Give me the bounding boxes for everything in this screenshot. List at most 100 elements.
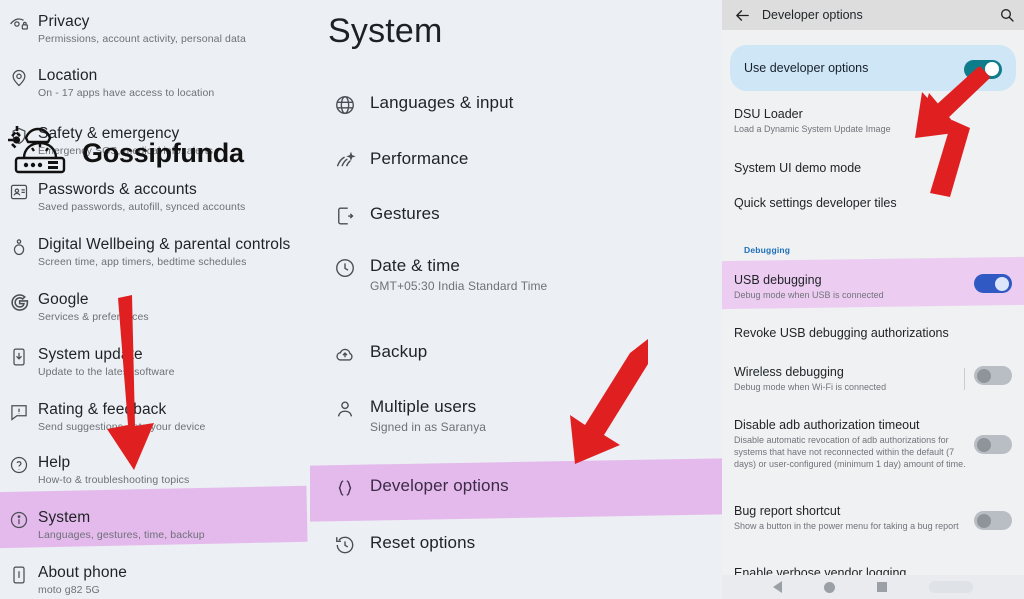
developer-options-panel: Developer options Use developer options … xyxy=(722,0,1024,599)
globe-icon xyxy=(326,92,364,116)
system-item-gestures[interactable]: Gestures xyxy=(310,203,722,227)
gossipfunda-logo-icon xyxy=(6,122,78,185)
sidebar-item-about-phone[interactable]: About phone moto g82 5G xyxy=(0,563,310,598)
dev-item-title: System UI demo mode xyxy=(734,161,862,175)
sidebar-item-privacy[interactable]: Privacy Permissions, account activity, p… xyxy=(0,12,310,47)
system-item-title: Developer options xyxy=(370,476,509,495)
system-item-date-time[interactable]: Date & time GMT+05:30 India Standard Tim… xyxy=(310,255,722,295)
sidebar-item-passwords-accounts[interactable]: Passwords & accounts Saved passwords, au… xyxy=(0,180,310,215)
sidebar-item-sub: Permissions, account activity, personal … xyxy=(38,33,246,45)
sidebar-item-sub: How-to & troubleshooting topics xyxy=(38,474,190,486)
sidebar-item-sub: Send suggestions, rate your device xyxy=(38,421,206,433)
gossipfunda-watermark: Gossipfunda xyxy=(6,122,244,185)
reset-history-icon xyxy=(326,532,364,556)
system-item-languages-input[interactable]: Languages & input xyxy=(310,92,722,116)
disable-adb-timeout-toggle[interactable] xyxy=(974,435,1012,454)
use-developer-options-toggle[interactable] xyxy=(964,59,1002,79)
sidebar-item-system[interactable]: System Languages, gestures, time, backup xyxy=(0,508,310,543)
system-item-title: Backup xyxy=(370,342,428,361)
settings-list-panel: Privacy Permissions, account activity, p… xyxy=(0,0,310,599)
system-item-title: Date & time xyxy=(370,256,460,275)
dev-item-title: Wireless debugging xyxy=(734,365,844,379)
dev-item-title: USB debugging xyxy=(734,273,822,287)
system-update-icon xyxy=(0,345,38,367)
developer-options-header: Developer options xyxy=(722,0,1024,30)
clock-icon xyxy=(326,255,364,279)
sidebar-item-help[interactable]: Help How-to & troubleshooting topics xyxy=(0,453,310,488)
system-item-title: Multiple users xyxy=(370,397,477,416)
use-developer-options-label: Use developer options xyxy=(744,61,869,75)
dev-item-bug-report-shortcut[interactable]: Bug report shortcut Show a button in the… xyxy=(722,503,1024,532)
system-item-developer-options[interactable]: Developer options xyxy=(310,475,722,499)
sidebar-item-location[interactable]: Location On - 17 apps have access to loc… xyxy=(0,66,310,101)
nav-recents-icon[interactable] xyxy=(877,582,887,592)
android-navigation-bar xyxy=(722,575,1024,599)
dev-item-sub: Disable automatic revocation of adb auth… xyxy=(734,435,966,469)
section-label-debugging: Debugging xyxy=(744,245,791,255)
location-pin-icon xyxy=(0,66,38,88)
page-title: System xyxy=(328,12,443,50)
system-item-title: Reset options xyxy=(370,533,476,552)
back-arrow-icon[interactable] xyxy=(722,7,762,24)
system-item-sub: GMT+05:30 India Standard Time xyxy=(370,279,548,293)
sidebar-item-sub: Languages, gestures, time, backup xyxy=(38,529,205,541)
system-item-reset-options[interactable]: Reset options xyxy=(310,532,722,556)
use-developer-options-row[interactable]: Use developer options xyxy=(730,45,1016,91)
sidebar-item-system-update[interactable]: System update Update to the latest softw… xyxy=(0,345,310,380)
sidebar-item-title: Google xyxy=(38,291,89,308)
dev-item-system-ui-demo-mode[interactable]: System UI demo mode xyxy=(722,160,1024,176)
dev-item-dsu-loader[interactable]: DSU Loader Load a Dynamic System Update … xyxy=(722,106,1024,135)
dev-item-sub: Debug mode when Wi-Fi is connected xyxy=(734,382,887,392)
system-item-sub: Signed in as Saranya xyxy=(370,420,487,434)
dev-item-wireless-debugging[interactable]: Wireless debugging Debug mode when Wi-Fi… xyxy=(722,364,1024,393)
sidebar-item-sub: Saved passwords, autofill, synced accoun… xyxy=(38,201,246,213)
sidebar-item-title: System update xyxy=(38,346,143,363)
dev-item-revoke-usb-authorizations[interactable]: Revoke USB debugging authorizations xyxy=(722,325,1024,341)
screenshot-root: Privacy Permissions, account activity, p… xyxy=(0,0,1024,599)
sidebar-item-rating-feedback[interactable]: Rating & feedback Send suggestions, rate… xyxy=(0,400,310,435)
sidebar-item-sub: Update to the latest software xyxy=(38,366,175,378)
row-divider xyxy=(964,368,965,390)
usb-debugging-toggle[interactable] xyxy=(974,274,1012,293)
sidebar-item-sub: Services & preferences xyxy=(38,311,149,323)
sidebar-item-title: System xyxy=(38,509,91,526)
bug-report-shortcut-toggle[interactable] xyxy=(974,511,1012,530)
sidebar-item-google[interactable]: Google Services & preferences xyxy=(0,290,310,325)
system-item-performance[interactable]: Performance xyxy=(310,148,722,172)
system-item-title: Languages & input xyxy=(370,93,514,112)
watermark-text: Gossipfunda xyxy=(82,138,244,168)
braces-icon xyxy=(326,475,364,499)
dev-item-title: Quick settings developer tiles xyxy=(734,196,897,210)
dev-item-quick-settings-tiles[interactable]: Quick settings developer tiles xyxy=(722,195,1024,211)
digital-wellbeing-icon xyxy=(0,235,38,257)
dev-item-title: DSU Loader xyxy=(734,107,803,121)
search-icon[interactable] xyxy=(990,7,1024,23)
dev-item-title: Disable adb authorization timeout xyxy=(734,418,920,432)
sidebar-item-title: Privacy xyxy=(38,13,90,30)
privacy-eye-lock-icon xyxy=(0,12,38,34)
dev-item-title: Revoke USB debugging authorizations xyxy=(734,326,949,340)
system-item-title: Performance xyxy=(370,149,469,168)
dev-item-usb-debugging[interactable]: USB debugging Debug mode when USB is con… xyxy=(722,272,1024,301)
sidebar-item-title: About phone xyxy=(38,564,128,581)
person-icon xyxy=(326,396,364,420)
nav-back-icon[interactable] xyxy=(773,581,782,593)
nav-home-icon[interactable] xyxy=(824,581,835,593)
sidebar-item-title: Location xyxy=(38,67,98,84)
sidebar-item-digital-wellbeing[interactable]: Digital Wellbeing & parental controls Sc… xyxy=(0,235,310,270)
backup-cloud-icon xyxy=(326,341,364,365)
dev-item-title: Bug report shortcut xyxy=(734,504,841,518)
dev-item-disable-adb-timeout[interactable]: Disable adb authorization timeout Disabl… xyxy=(722,417,1024,470)
rating-feedback-icon xyxy=(0,400,38,422)
sidebar-item-sub: Screen time, app timers, bedtime schedul… xyxy=(38,256,247,268)
system-info-icon xyxy=(0,508,38,530)
sidebar-item-sub: moto g82 5G xyxy=(38,584,100,596)
dev-item-sub: Show a button in the power menu for taki… xyxy=(734,521,959,531)
system-item-backup[interactable]: Backup xyxy=(310,341,722,365)
dev-item-sub: Debug mode when USB is connected xyxy=(734,290,884,300)
system-settings-panel: System Languages & input Performance Ges… xyxy=(310,0,722,599)
wireless-debugging-toggle[interactable] xyxy=(974,366,1012,385)
sidebar-item-title: Rating & feedback xyxy=(38,401,167,418)
system-item-multiple-users[interactable]: Multiple users Signed in as Saranya xyxy=(310,396,722,436)
help-question-icon xyxy=(0,453,38,475)
